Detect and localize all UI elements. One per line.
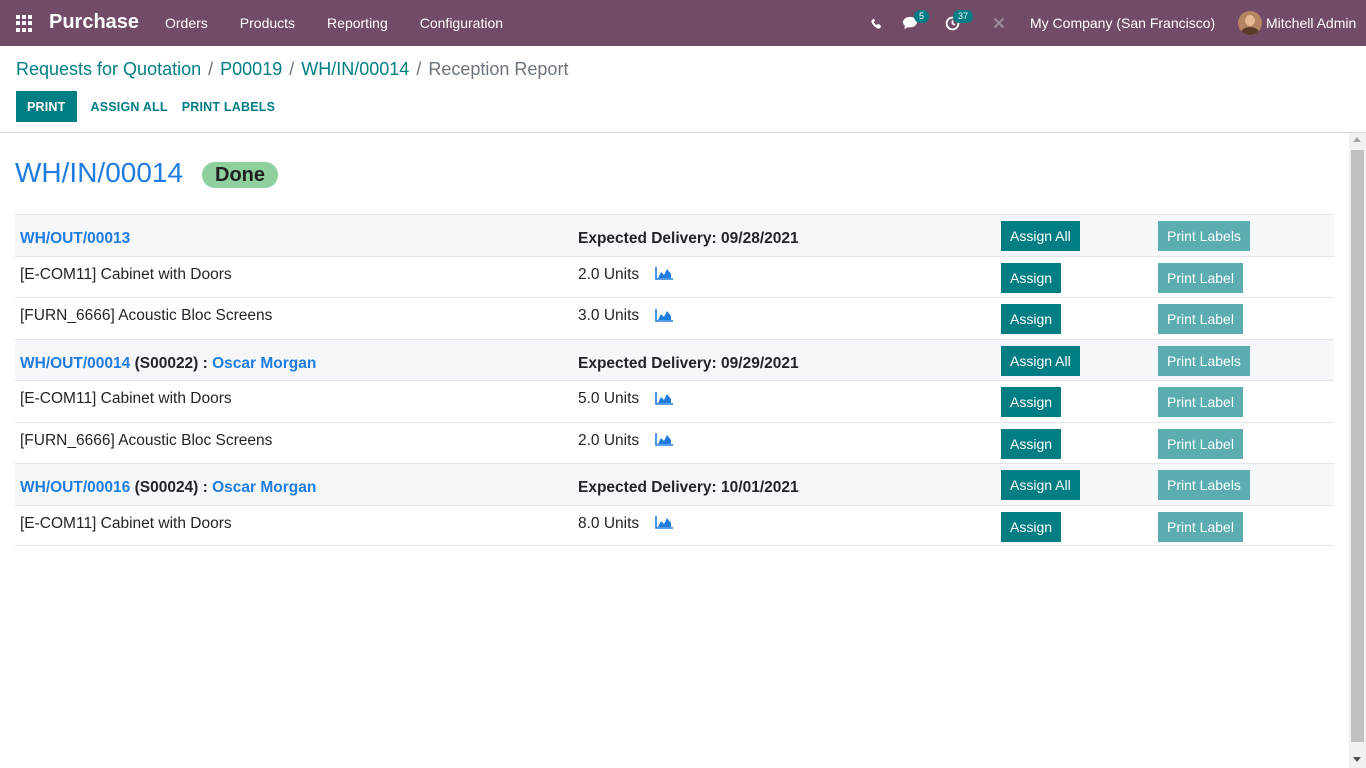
origin-reference: (S00024) : xyxy=(134,479,208,496)
assign-all-row-button[interactable]: Assign All xyxy=(1001,470,1080,500)
print-label-button[interactable]: Print Label xyxy=(1158,428,1243,459)
messages-count-badge: 5 xyxy=(914,10,930,23)
menu-reporting[interactable]: Reporting xyxy=(311,0,404,46)
table-row: WH/OUT/00014 (S00022) : Oscar Morgan Exp… xyxy=(15,338,1334,380)
menu-configuration[interactable]: Configuration xyxy=(404,0,519,46)
print-label-button[interactable]: Print Label xyxy=(1158,304,1243,334)
print-label-button[interactable]: Print Label xyxy=(1158,262,1243,293)
product-name: [E-COM11] Cabinet with Doors xyxy=(20,390,232,407)
table-row: WH/OUT/00013 Expected Delivery: 09/28/20… xyxy=(15,214,1334,256)
reception-table: WH/OUT/00013 Expected Delivery: 09/28/20… xyxy=(15,214,1334,546)
quantity-cell: 2.0 Units xyxy=(578,423,674,459)
app-brand[interactable]: Purchase xyxy=(49,11,139,34)
report-title: WH/IN/00014 xyxy=(15,157,184,188)
company-switcher[interactable]: My Company (San Francisco) xyxy=(1030,0,1215,46)
action-buttons: PRINT ASSIGN ALL PRINT LABELS xyxy=(16,91,289,122)
table-row: [E-COM11] Cabinet with Doors 5.0 Units A… xyxy=(15,380,1334,422)
assign-button[interactable]: Assign xyxy=(1001,428,1062,459)
scrollbar-thumb[interactable] xyxy=(1351,150,1364,742)
activities-count-badge: 37 xyxy=(953,10,974,23)
assign-button[interactable]: Assign xyxy=(1001,511,1062,542)
assign-button[interactable]: Assign xyxy=(1001,387,1062,417)
area-chart-icon[interactable] xyxy=(655,515,674,530)
report-content: WH/IN/00014 Done WH/OUT/00013 Expected D… xyxy=(0,133,1349,768)
breadcrumb: Requests for Quotation / P00019 / WH/IN/… xyxy=(16,59,568,80)
breadcrumb-receipt[interactable]: WH/IN/00014 xyxy=(301,59,409,79)
assign-button[interactable]: Assign xyxy=(1001,304,1062,334)
product-name: [E-COM11] Cabinet with Doors xyxy=(20,265,232,283)
breadcrumb-separator: / xyxy=(416,59,422,79)
quantity-cell: 3.0 Units xyxy=(578,298,674,334)
quantity-cell: 5.0 Units xyxy=(578,381,674,417)
breadcrumb-separator: / xyxy=(289,59,295,79)
product-name: [FURN_6666] Acoustic Bloc Screens xyxy=(20,431,273,449)
picking-link[interactable]: WH/OUT/00014 xyxy=(20,355,130,372)
control-panel: Requests for Quotation / P00019 / WH/IN/… xyxy=(0,46,1366,133)
close-debug-icon[interactable] xyxy=(984,0,1014,46)
expected-delivery-label: Expected Delivery: xyxy=(578,354,717,372)
assign-all-row-button[interactable]: Assign All xyxy=(1001,221,1080,251)
area-chart-icon[interactable] xyxy=(655,432,674,447)
expected-delivery-label: Expected Delivery: xyxy=(578,230,717,247)
assign-all-button[interactable]: ASSIGN ALL xyxy=(77,91,182,122)
menu-orders[interactable]: Orders xyxy=(149,0,224,46)
print-labels-row-button[interactable]: Print Labels xyxy=(1158,345,1250,376)
table-row: [E-COM11] Cabinet with Doors 8.0 Units A… xyxy=(15,504,1334,546)
breadcrumb-rfq[interactable]: Requests for Quotation xyxy=(16,59,201,79)
user-menu[interactable]: Mitchell Admin xyxy=(1238,0,1356,46)
quantity-value: 5.0 Units xyxy=(578,390,640,407)
quantity-value: 3.0 Units xyxy=(578,307,640,324)
table-row: [FURN_6666] Acoustic Bloc Screens 3.0 Un… xyxy=(15,297,1334,339)
messages-icon[interactable] xyxy=(895,0,925,46)
quantity-value: 8.0 Units xyxy=(578,514,640,532)
apps-menu-icon[interactable] xyxy=(16,15,33,32)
area-chart-icon[interactable] xyxy=(655,308,674,322)
menu-products[interactable]: Products xyxy=(224,0,311,46)
breadcrumb-current: Reception Report xyxy=(428,59,569,79)
scroll-down-arrow-icon[interactable] xyxy=(1353,757,1361,762)
quantity-cell: 8.0 Units xyxy=(578,506,674,542)
print-labels-row-button[interactable]: Print Labels xyxy=(1158,221,1250,251)
phone-icon[interactable] xyxy=(861,0,891,46)
table-row: [E-COM11] Cabinet with Doors 2.0 Units A… xyxy=(15,255,1334,298)
status-badge: Done xyxy=(202,162,278,188)
print-button[interactable]: PRINT xyxy=(16,91,77,122)
origin-reference: (S00022) : xyxy=(134,354,208,372)
print-label-button[interactable]: Print Label xyxy=(1158,387,1243,417)
vertical-scrollbar[interactable] xyxy=(1349,133,1366,768)
top-navbar: Purchase Orders Products Reporting Confi… xyxy=(0,0,1366,46)
expected-delivery-date: 10/01/2021 xyxy=(721,479,799,496)
picking-link[interactable]: WH/OUT/00016 xyxy=(20,479,130,496)
print-labels-row-button[interactable]: Print Labels xyxy=(1158,470,1250,500)
quantity-cell: 2.0 Units xyxy=(578,257,674,293)
expected-delivery-label: Expected Delivery: xyxy=(578,479,717,496)
table-row: WH/OUT/00016 (S00024) : Oscar Morgan Exp… xyxy=(15,463,1334,505)
table-row: [FURN_6666] Acoustic Bloc Screens 2.0 Un… xyxy=(15,421,1334,464)
breadcrumb-po[interactable]: P00019 xyxy=(220,59,282,79)
product-name: [E-COM11] Cabinet with Doors xyxy=(20,514,232,532)
print-label-button[interactable]: Print Label xyxy=(1158,511,1243,542)
expected-delivery-date: 09/28/2021 xyxy=(721,230,799,247)
assign-all-row-button[interactable]: Assign All xyxy=(1001,345,1080,376)
area-chart-icon[interactable] xyxy=(655,391,674,405)
product-name: [FURN_6666] Acoustic Bloc Screens xyxy=(20,307,273,324)
activities-clock-icon[interactable] xyxy=(937,0,967,46)
assign-button[interactable]: Assign xyxy=(1001,262,1062,293)
quantity-value: 2.0 Units xyxy=(578,265,640,283)
quantity-value: 2.0 Units xyxy=(578,431,640,449)
partner-link[interactable]: Oscar Morgan xyxy=(212,479,316,496)
partner-link[interactable]: Oscar Morgan xyxy=(212,355,316,372)
expected-delivery-date: 09/29/2021 xyxy=(721,354,799,372)
breadcrumb-separator: / xyxy=(208,59,214,79)
picking-link[interactable]: WH/OUT/00013 xyxy=(20,230,130,247)
main-menu: Orders Products Reporting Configuration xyxy=(149,0,519,46)
avatar xyxy=(1238,11,1262,35)
user-name: Mitchell Admin xyxy=(1266,15,1357,31)
print-labels-button[interactable]: PRINT LABELS xyxy=(182,91,289,122)
scroll-up-arrow-icon[interactable] xyxy=(1353,137,1361,142)
area-chart-icon[interactable] xyxy=(655,266,674,281)
